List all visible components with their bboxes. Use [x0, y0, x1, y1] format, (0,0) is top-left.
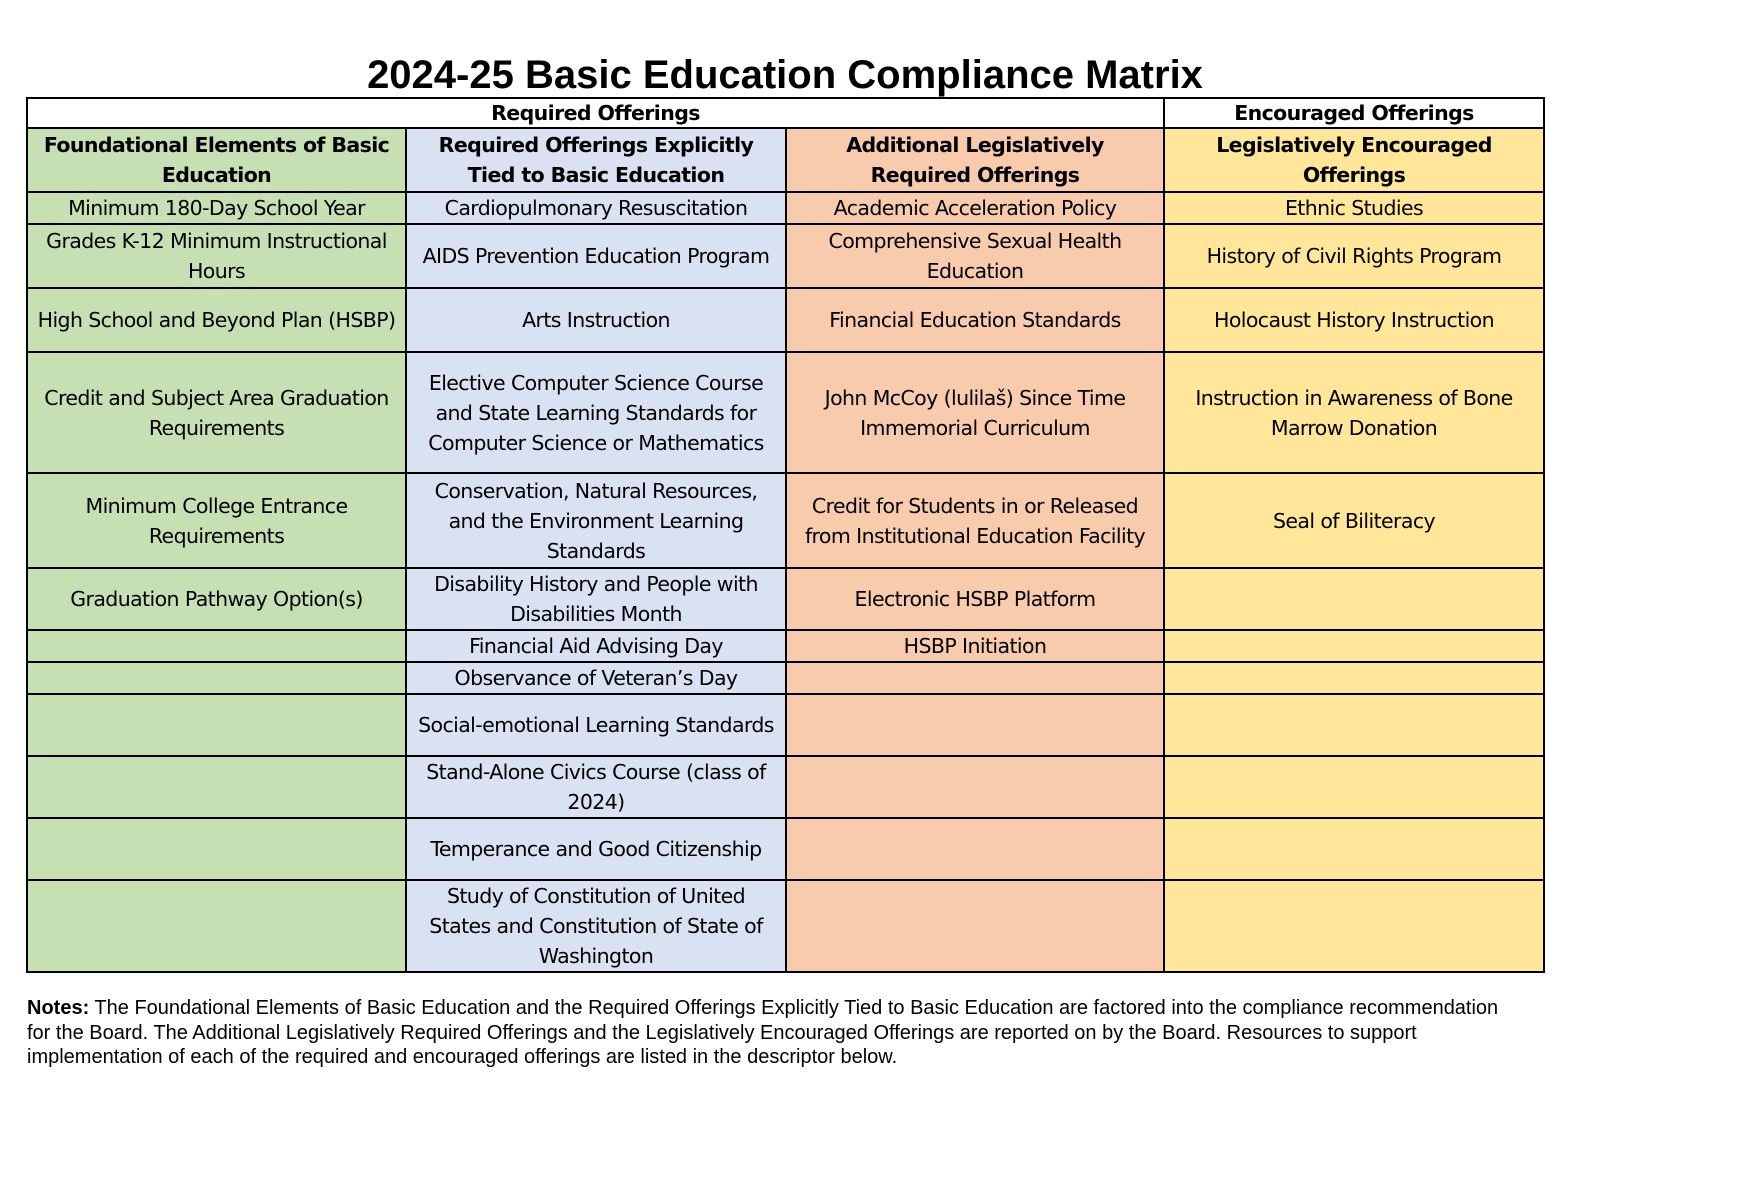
- table-cell: Ethnic Studies: [1163, 191, 1546, 225]
- table-cell: Social-emotional Learning Standards: [405, 693, 787, 757]
- compliance-matrix-table: Required Offerings Encouraged Offerings …: [25, 97, 1546, 973]
- table-cell: Conservation, Natural Resources, and the…: [405, 472, 787, 569]
- table-row: Minimum College Entrance Requirements Co…: [26, 472, 1546, 569]
- table-cell: Minimum College Entrance Requirements: [26, 472, 407, 569]
- column-header-foundational: Foundational Elements of Basic Education: [26, 127, 407, 193]
- column-header-encouraged: Legislatively Encouraged Offerings: [1163, 127, 1546, 193]
- table-cell: [784, 661, 1166, 695]
- table-cell: [1163, 755, 1546, 819]
- table-row: Minimum 180-Day School Year Cardiopulmon…: [26, 191, 1546, 225]
- table-cell: Grades K-12 Minimum Instructional Hours: [26, 223, 407, 289]
- table-cell: Financial Education Standards: [784, 287, 1166, 353]
- table-cell: Electronic HSBP Platform: [784, 567, 1166, 631]
- table-cell: [26, 693, 407, 757]
- table-cell: Credit for Students in or Released from …: [784, 472, 1166, 569]
- table-cell: HSBP Initiation: [784, 629, 1166, 663]
- table-cell: AIDS Prevention Education Program: [405, 223, 787, 289]
- table-row: Credit and Subject Area Graduation Requi…: [26, 351, 1546, 474]
- table-cell: [784, 693, 1166, 757]
- column-header-additional-required: Additional Legislatively Required Offeri…: [784, 127, 1166, 193]
- table-cell: [1163, 567, 1546, 631]
- table-cell: [784, 817, 1166, 881]
- table-cell: Arts Instruction: [405, 287, 787, 353]
- table-row: Grades K-12 Minimum Instructional Hours …: [26, 223, 1546, 289]
- page-title: 2024-25 Basic Education Compliance Matri…: [367, 52, 1203, 97]
- notes-label: Notes:: [27, 997, 90, 1019]
- table-cell: [784, 755, 1166, 819]
- table-row: High School and Beyond Plan (HSBP) Arts …: [26, 287, 1546, 353]
- table-cell: Academic Acceleration Policy: [784, 191, 1166, 225]
- table-cell: Instruction in Awareness of Bone Marrow …: [1163, 351, 1546, 474]
- table-row: Stand-Alone Civics Course (class of 2024…: [26, 755, 1546, 819]
- column-header-row: Foundational Elements of Basic Education…: [26, 127, 1546, 193]
- table-cell: [26, 879, 407, 973]
- notes-text: The Foundational Elements of Basic Educa…: [27, 997, 1499, 1068]
- table-row: Graduation Pathway Option(s) Disability …: [26, 567, 1546, 631]
- table-cell: Graduation Pathway Option(s): [26, 567, 407, 631]
- table-cell: [1163, 817, 1546, 881]
- column-header-explicitly-tied: Required Offerings Explicitly Tied to Ba…: [405, 127, 787, 193]
- group-header-row: Required Offerings Encouraged Offerings: [25, 97, 1546, 129]
- table-cell: John McCoy (lulilaš) Since Time Immemori…: [784, 351, 1166, 474]
- table-cell: [26, 755, 407, 819]
- table-cell: Financial Aid Advising Day: [405, 629, 787, 663]
- table-cell: Study of Constitution of United States a…: [405, 879, 787, 973]
- table-cell: Credit and Subject Area Graduation Requi…: [26, 351, 407, 474]
- notes-paragraph: Notes: The Foundational Elements of Basi…: [27, 996, 1527, 1070]
- table-row: Observance of Veteran’s Day: [26, 661, 1546, 695]
- table-cell: Elective Computer Science Course and Sta…: [405, 351, 787, 474]
- table-cell: Cardiopulmonary Resuscitation: [405, 191, 787, 225]
- table-cell: History of Civil Rights Program: [1163, 223, 1546, 289]
- table-cell: [1163, 879, 1546, 973]
- table-cell: Holocaust History Instruction: [1163, 287, 1546, 353]
- table-cell: Comprehensive Sexual Health Education: [784, 223, 1166, 289]
- table-cell: [1163, 693, 1546, 757]
- table-row: Social-emotional Learning Standards: [26, 693, 1546, 757]
- table-row: Financial Aid Advising Day HSBP Initiati…: [26, 629, 1546, 663]
- group-header-encouraged-offerings: Encouraged Offerings: [1163, 97, 1546, 129]
- table-cell: [26, 629, 407, 663]
- table-cell: Seal of Biliteracy: [1163, 472, 1546, 569]
- table-cell: High School and Beyond Plan (HSBP): [26, 287, 407, 353]
- group-header-required-offerings: Required Offerings: [25, 97, 1166, 129]
- table-cell: Disability History and People with Disab…: [405, 567, 787, 631]
- table-row: Study of Constitution of United States a…: [26, 879, 1546, 973]
- table-cell: [26, 661, 407, 695]
- table-row: Temperance and Good Citizenship: [26, 817, 1546, 881]
- table-cell: [784, 879, 1166, 973]
- table-cell: [26, 817, 407, 881]
- table-cell: [1163, 661, 1546, 695]
- table-cell: Temperance and Good Citizenship: [405, 817, 787, 881]
- table-cell: Minimum 180-Day School Year: [26, 191, 407, 225]
- table-cell: Stand-Alone Civics Course (class of 2024…: [405, 755, 787, 819]
- table-cell: Observance of Veteran’s Day: [405, 661, 787, 695]
- table-cell: [1163, 629, 1546, 663]
